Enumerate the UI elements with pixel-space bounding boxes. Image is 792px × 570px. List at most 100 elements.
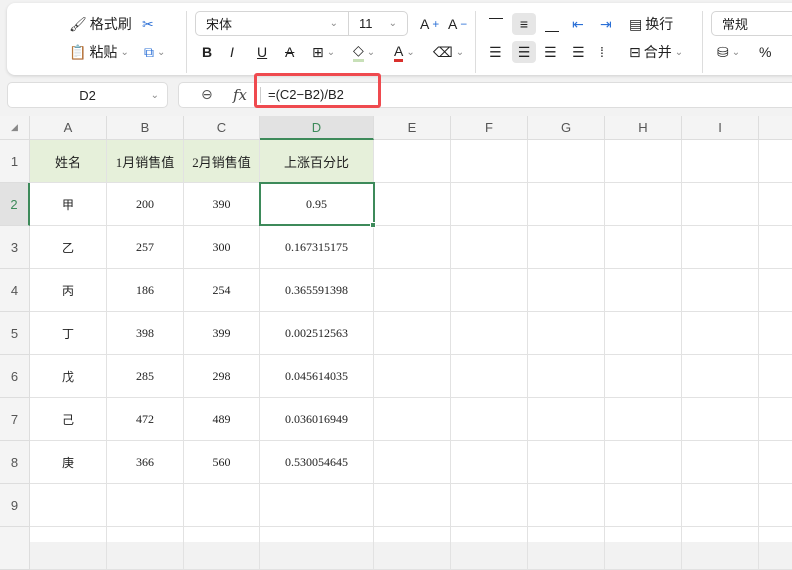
eraser-icon[interactable]: ⌫ ⌄ [433, 41, 464, 63]
increase-font-icon[interactable]: A + [420, 13, 439, 35]
percent-button[interactable]: % [759, 41, 771, 63]
cell[interactable] [759, 484, 792, 527]
table-cell[interactable]: 乙 [30, 226, 107, 269]
column-header[interactable]: C [184, 116, 260, 140]
outdent-icon[interactable]: ⇤ [572, 13, 584, 35]
cell[interactable] [682, 226, 759, 269]
cell[interactable] [30, 484, 107, 527]
cell[interactable] [528, 355, 605, 398]
cell[interactable] [605, 312, 682, 355]
cell[interactable] [528, 527, 605, 570]
name-box[interactable]: D2 ⌄ [7, 82, 168, 108]
font-size-select[interactable]: 11 ⌄ [348, 11, 408, 36]
cell[interactable] [605, 226, 682, 269]
table-cell[interactable]: 0.365591398 [260, 269, 374, 312]
fill-color-icon[interactable]: ◇ ⌄ [353, 41, 375, 63]
table-cell[interactable]: 489 [184, 398, 260, 441]
cell[interactable] [759, 140, 792, 183]
cell[interactable] [374, 355, 451, 398]
header-cell[interactable]: 2月销售值 [184, 140, 260, 183]
table-cell[interactable]: 390 [184, 183, 260, 226]
table-cell[interactable]: 0.167315175 [260, 226, 374, 269]
cell[interactable] [374, 398, 451, 441]
bold-icon[interactable]: B [202, 41, 212, 63]
table-cell[interactable]: 丙 [30, 269, 107, 312]
cell[interactable] [759, 269, 792, 312]
align-bottom-icon[interactable]: ⎽ [545, 13, 559, 35]
cell[interactable] [107, 527, 184, 570]
table-cell[interactable]: 甲 [30, 183, 107, 226]
cell[interactable] [682, 269, 759, 312]
table-cell[interactable]: 0.530054645 [260, 441, 374, 484]
table-cell[interactable]: 丁 [30, 312, 107, 355]
cell[interactable] [374, 312, 451, 355]
fx-icon[interactable]: fx [233, 86, 247, 104]
table-cell[interactable]: 0.002512563 [260, 312, 374, 355]
cell[interactable] [759, 355, 792, 398]
paste-button[interactable]: 📋 粘贴 ⌄ [69, 41, 129, 63]
align-middle-icon[interactable]: ≡ [512, 13, 536, 35]
header-cell[interactable]: 姓名 [30, 140, 107, 183]
column-header[interactable]: G [528, 116, 605, 140]
table-cell[interactable]: 186 [107, 269, 184, 312]
distributed-icon[interactable]: ⁞ [600, 41, 604, 63]
table-cell[interactable]: 己 [30, 398, 107, 441]
row-header[interactable]: 8 [0, 441, 30, 484]
cell[interactable] [260, 527, 374, 570]
cell[interactable] [682, 355, 759, 398]
column-header[interactable]: E [374, 116, 451, 140]
cell[interactable] [260, 484, 374, 527]
column-header[interactable] [759, 116, 792, 140]
cell[interactable] [528, 484, 605, 527]
table-cell[interactable]: 254 [184, 269, 260, 312]
header-cell[interactable]: 上涨百分比 [260, 140, 374, 183]
cell[interactable] [107, 484, 184, 527]
table-cell[interactable]: 0.036016949 [260, 398, 374, 441]
row-header[interactable]: 7 [0, 398, 30, 441]
column-header[interactable]: A [30, 116, 107, 140]
align-right-icon[interactable]: ☰ [544, 41, 557, 63]
column-header[interactable]: F [451, 116, 528, 140]
column-header[interactable]: I [682, 116, 759, 140]
copy-button[interactable]: ⧉ ⌄ [144, 41, 165, 63]
table-cell[interactable]: 398 [107, 312, 184, 355]
header-cell[interactable]: 1月销售值 [107, 140, 184, 183]
cell[interactable] [451, 527, 528, 570]
cell[interactable] [682, 484, 759, 527]
cell[interactable] [451, 269, 528, 312]
cell[interactable] [759, 441, 792, 484]
cell[interactable] [759, 312, 792, 355]
table-cell[interactable]: 300 [184, 226, 260, 269]
cell[interactable] [528, 140, 605, 183]
cell[interactable] [374, 269, 451, 312]
cell[interactable] [451, 140, 528, 183]
cell[interactable] [682, 312, 759, 355]
cell[interactable] [682, 527, 759, 570]
column-header[interactable]: D [260, 116, 374, 140]
cell[interactable] [605, 484, 682, 527]
cell[interactable] [451, 441, 528, 484]
cell[interactable] [605, 398, 682, 441]
cell[interactable] [682, 183, 759, 226]
fill-handle[interactable] [370, 222, 376, 228]
cell[interactable] [30, 527, 107, 570]
table-cell[interactable]: 366 [107, 441, 184, 484]
table-cell[interactable]: 298 [184, 355, 260, 398]
row-header[interactable] [0, 527, 30, 570]
spreadsheet-grid[interactable]: ◢ A B C D E F G H I 1 姓名 1月销售值 2月销售值 上涨百分比 2 甲 200 390 0.95… [0, 116, 792, 570]
cell[interactable] [605, 140, 682, 183]
table-cell[interactable]: 257 [107, 226, 184, 269]
strikethrough-icon[interactable]: A [285, 41, 294, 63]
database-icon[interactable]: ⛁ ⌄ [717, 41, 740, 63]
font-color-icon[interactable]: A ⌄ [394, 41, 415, 63]
select-all-corner[interactable]: ◢ [0, 116, 30, 140]
table-cell[interactable]: 200 [107, 183, 184, 226]
cell[interactable] [682, 140, 759, 183]
table-cell[interactable]: 399 [184, 312, 260, 355]
cell[interactable] [682, 441, 759, 484]
cell[interactable] [374, 527, 451, 570]
cell[interactable] [759, 527, 792, 570]
cut-button[interactable]: ✂ [142, 13, 154, 35]
cell[interactable] [759, 183, 792, 226]
row-header[interactable]: 3 [0, 226, 30, 269]
